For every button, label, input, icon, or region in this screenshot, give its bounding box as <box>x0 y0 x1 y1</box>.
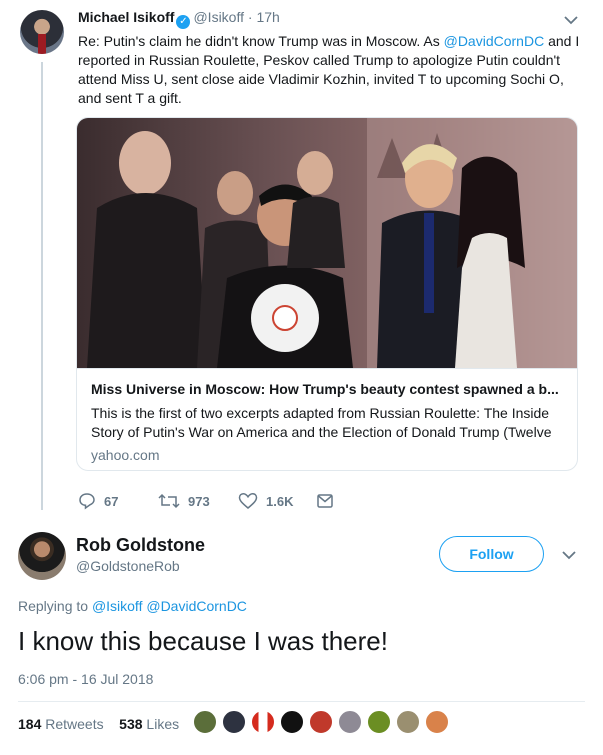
separator-dot: · <box>247 9 253 25</box>
liker-avatars <box>193 710 453 736</box>
reply-button[interactable]: 67 <box>78 490 118 512</box>
card-description: This is the first of two excerpts adapte… <box>91 405 552 440</box>
tweet-text: I know this because I was there! <box>18 626 388 656</box>
card-domain: yahoo.com <box>91 447 160 463</box>
like-button[interactable]: 1.6K <box>238 490 293 512</box>
card-photo-illustration <box>87 118 577 368</box>
retweet-count: 973 <box>188 493 210 509</box>
card-image[interactable] <box>77 118 577 368</box>
replying-to-line: Replying to @Isikoff @DavidCornDC <box>18 598 247 614</box>
tweet-stats: 184 Retweets 538 Likes <box>18 716 179 732</box>
liker-avatar[interactable] <box>222 710 246 734</box>
author-name[interactable]: Rob Goldstone <box>76 535 205 556</box>
tweet-time[interactable]: 17h <box>256 9 279 25</box>
replying-to-label: Replying to <box>18 598 89 614</box>
divider <box>18 701 585 702</box>
heart-icon <box>238 492 258 509</box>
liker-avatar[interactable] <box>338 710 362 734</box>
card-title[interactable]: Miss Universe in Moscow: How Trump's bea… <box>91 381 565 397</box>
author-handle[interactable]: @GoldstoneRob <box>76 558 180 574</box>
thread-connector-line <box>41 62 43 510</box>
liker-avatar[interactable] <box>396 710 420 734</box>
reply-count: 67 <box>104 493 119 509</box>
tweet-text-part: Re: Putin's claim he didn't know Trump w… <box>78 33 444 49</box>
direct-message-button[interactable] <box>316 490 342 512</box>
liker-avatar[interactable] <box>367 710 391 734</box>
liker-avatar[interactable] <box>280 710 304 734</box>
message-icon <box>317 494 333 508</box>
liker-avatar[interactable] <box>309 710 333 734</box>
tweet-text: Re: Putin's claim he didn't know Trump w… <box>78 32 586 108</box>
retweet-button[interactable]: 973 <box>158 490 210 512</box>
follow-button[interactable]: Follow <box>439 536 544 572</box>
retweets-count: 184 <box>18 716 42 732</box>
liker-avatar[interactable] <box>193 710 217 734</box>
likes-stat[interactable]: 538 Likes <box>119 716 179 732</box>
verified-badge-icon: ✓ <box>176 15 191 29</box>
liker-avatar[interactable] <box>425 710 449 734</box>
chevron-down-icon[interactable] <box>561 10 581 30</box>
author-name[interactable]: Michael Isikoff <box>78 9 174 25</box>
mention-link[interactable]: @DavidCornDC <box>444 33 545 49</box>
like-count: 1.6K <box>266 493 294 509</box>
retweets-stat[interactable]: 184 Retweets <box>18 716 104 732</box>
author-handle[interactable]: @Isikoff <box>193 9 244 25</box>
retweet-icon <box>158 493 180 509</box>
avatar-goldstone[interactable] <box>18 532 66 580</box>
card-body[interactable]: Miss Universe in Moscow: How Trump's bea… <box>77 368 577 470</box>
link-card[interactable]: Miss Universe in Moscow: How Trump's bea… <box>76 117 578 471</box>
avatar-isikoff[interactable] <box>20 10 64 54</box>
likes-count: 538 <box>119 716 143 732</box>
retweets-label: Retweets <box>45 716 104 732</box>
chevron-down-icon[interactable] <box>559 545 579 565</box>
reply-icon <box>79 493 95 510</box>
replying-to-mentions[interactable]: @Isikoff @DavidCornDC <box>92 598 247 614</box>
tweet-header: Michael Isikoff ✓ @Isikoff · 17h <box>78 9 280 29</box>
liker-avatar[interactable] <box>251 710 275 734</box>
likes-label: Likes <box>146 716 180 732</box>
tweet-timestamp[interactable]: 6:06 pm - 16 Jul 2018 <box>18 671 153 687</box>
